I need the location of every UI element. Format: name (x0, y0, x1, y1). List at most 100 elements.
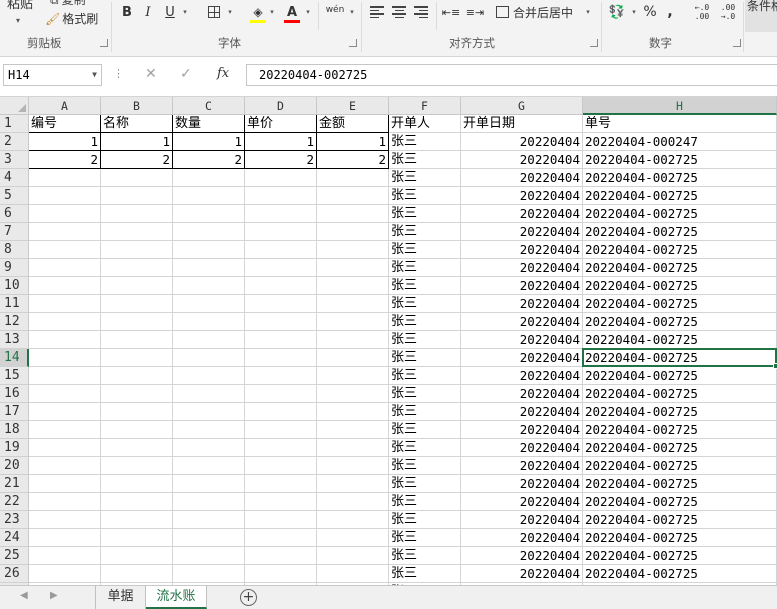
next-sheet-icon[interactable]: ▶ (50, 590, 58, 601)
cell-c6[interactable] (173, 205, 245, 223)
cell-f8[interactable]: 张三 (389, 241, 461, 259)
cell-g18[interactable]: 20220404 (461, 421, 583, 439)
font-color-dropdown-icon[interactable]: ▾ (302, 1, 312, 23)
row-header-19[interactable]: 19 (0, 439, 29, 457)
cell-c8[interactable] (173, 241, 245, 259)
cell-h18[interactable]: 20220404-002725 (583, 421, 777, 439)
row-header-14[interactable]: 14 (0, 349, 29, 367)
row-header-13[interactable]: 13 (0, 331, 29, 349)
cell-d13[interactable] (245, 331, 317, 349)
cell-c7[interactable] (173, 223, 245, 241)
cell-d8[interactable] (245, 241, 317, 259)
cell-e14[interactable] (317, 349, 389, 367)
cell-a22[interactable] (29, 493, 101, 511)
cell-c13[interactable] (173, 331, 245, 349)
column-header-a[interactable]: A (29, 97, 101, 115)
column-header-e[interactable]: E (317, 97, 389, 115)
cell-d24[interactable] (245, 529, 317, 547)
cell-h10[interactable]: 20220404-002725 (583, 277, 777, 295)
cell-h23[interactable]: 20220404-002725 (583, 511, 777, 529)
cell-b6[interactable] (101, 205, 173, 223)
cell-a14[interactable] (29, 349, 101, 367)
cell-h14[interactable]: 20220404-002725 (583, 349, 777, 367)
cell-c2[interactable]: 1 (173, 133, 245, 151)
cell-a10[interactable] (29, 277, 101, 295)
cell-g22[interactable]: 20220404 (461, 493, 583, 511)
accounting-format-button[interactable]: 💱 (607, 1, 627, 23)
row-header-17[interactable]: 17 (0, 403, 29, 421)
cell-g12[interactable]: 20220404 (461, 313, 583, 331)
cell-h3[interactable]: 20220404-002725 (583, 151, 777, 169)
phonetic-dropdown-icon[interactable]: ▾ (346, 1, 356, 23)
cell-b4[interactable] (101, 169, 173, 187)
cell-e23[interactable] (317, 511, 389, 529)
font-launcher-icon[interactable] (349, 39, 357, 47)
cell-h7[interactable]: 20220404-002725 (583, 223, 777, 241)
row-header-11[interactable]: 11 (0, 295, 29, 313)
cell-b12[interactable] (101, 313, 173, 331)
cell-e3[interactable]: 2 (317, 151, 389, 169)
sheet-tab-liushuizhang[interactable]: 流水账 (146, 586, 207, 609)
cell-f13[interactable]: 张三 (389, 331, 461, 349)
cell-d9[interactable] (245, 259, 317, 277)
cell-d10[interactable] (245, 277, 317, 295)
cell-c19[interactable] (173, 439, 245, 457)
cell-d22[interactable] (245, 493, 317, 511)
row-header-23[interactable]: 23 (0, 511, 29, 529)
row-header-7[interactable]: 7 (0, 223, 29, 241)
cell-e2[interactable]: 1 (317, 133, 389, 151)
cell-g10[interactable]: 20220404 (461, 277, 583, 295)
cell-f24[interactable]: 张三 (389, 529, 461, 547)
cell-d4[interactable] (245, 169, 317, 187)
align-center-button[interactable] (391, 1, 407, 23)
cell-e13[interactable] (317, 331, 389, 349)
cell-e10[interactable] (317, 277, 389, 295)
cell-d3[interactable]: 2 (245, 151, 317, 169)
cell-c20[interactable] (173, 457, 245, 475)
cell-d23[interactable] (245, 511, 317, 529)
increase-decimal-button[interactable]: ←.0.00 (690, 1, 714, 23)
column-header-d[interactable]: D (245, 97, 317, 115)
cell-e24[interactable] (317, 529, 389, 547)
cell-b22[interactable] (101, 493, 173, 511)
cell-g13[interactable]: 20220404 (461, 331, 583, 349)
cell-f10[interactable]: 张三 (389, 277, 461, 295)
increase-indent-button[interactable]: ≡⇥ (466, 1, 484, 23)
row-header-18[interactable]: 18 (0, 421, 29, 439)
cell-a25[interactable] (29, 547, 101, 565)
cell-f21[interactable]: 张三 (389, 475, 461, 493)
row-header-16[interactable]: 16 (0, 385, 29, 403)
cell-a13[interactable] (29, 331, 101, 349)
confirm-icon[interactable]: ✓ (180, 66, 192, 82)
cell-d16[interactable] (245, 385, 317, 403)
comma-style-button[interactable]: , (664, 1, 676, 23)
cell-f18[interactable]: 张三 (389, 421, 461, 439)
cell-d2[interactable]: 1 (245, 133, 317, 151)
cell-h13[interactable]: 20220404-002725 (583, 331, 777, 349)
bold-button[interactable]: B (119, 1, 135, 23)
align-right-button[interactable] (413, 1, 429, 23)
cell-d1[interactable]: 单价 (245, 115, 317, 133)
cell-c18[interactable] (173, 421, 245, 439)
cell-e11[interactable] (317, 295, 389, 313)
cell-a3[interactable]: 2 (29, 151, 101, 169)
cell-c23[interactable] (173, 511, 245, 529)
cell-a1[interactable]: 编号 (29, 115, 101, 133)
cell-g26[interactable]: 20220404 (461, 565, 583, 583)
cell-h8[interactable]: 20220404-002725 (583, 241, 777, 259)
more-options-icon[interactable]: ⋮ (113, 67, 124, 80)
row-header-8[interactable]: 8 (0, 241, 29, 259)
cell-a17[interactable] (29, 403, 101, 421)
cell-c11[interactable] (173, 295, 245, 313)
cell-d26[interactable] (245, 565, 317, 583)
cell-f26[interactable]: 张三 (389, 565, 461, 583)
cell-e25[interactable] (317, 547, 389, 565)
cell-a21[interactable] (29, 475, 101, 493)
cell-b18[interactable] (101, 421, 173, 439)
cell-e12[interactable] (317, 313, 389, 331)
cell-c5[interactable] (173, 187, 245, 205)
cell-a15[interactable] (29, 367, 101, 385)
fill-handle[interactable] (773, 363, 777, 369)
cell-g8[interactable]: 20220404 (461, 241, 583, 259)
cell-f5[interactable]: 张三 (389, 187, 461, 205)
